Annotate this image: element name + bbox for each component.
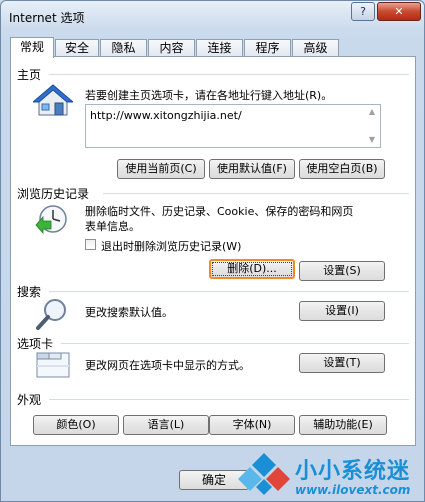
home-divider [49,74,409,75]
internet-options-dialog: Internet 选项 ? ✕ 常规 安全 隐私 内容 连接 程序 高级 主页 … [0,0,425,502]
history-description-line1: 删除临时文件、历史记录、Cookie、保存的密码和网页 [85,205,354,218]
tab-connections[interactable]: 连接 [196,39,243,57]
tab-advanced[interactable]: 高级 [292,39,339,57]
scroll-down-icon[interactable]: ▼ [365,134,379,146]
watermark-url: www.ilovext.com [295,483,411,497]
tab-privacy[interactable]: 隐私 [100,39,147,57]
history-group-label: 浏览历史记录 [17,187,90,201]
tabs-icon [36,352,70,378]
accessibility-button[interactable]: 辅助功能(E) [299,415,387,435]
search-icon [36,299,66,330]
home-description: 若要创建主页选项卡，请在各地址行键入地址(R)。 [85,89,333,102]
tabs-settings-button[interactable]: 设置(T) [299,353,385,373]
help-button[interactable]: ? [351,2,375,21]
general-tab-panel: 主页 若要创建主页选项卡，请在各地址行键入地址(R)。 http://www.x… [10,56,416,446]
fonts-button[interactable]: 字体(N) [209,415,295,435]
tab-content[interactable]: 内容 [148,39,195,57]
history-divider [103,193,409,194]
delete-on-exit-checkbox[interactable] [85,239,96,250]
appearance-group-label: 外观 [17,393,42,407]
scroll-up-icon[interactable]: ▲ [365,106,379,118]
tab-programs[interactable]: 程序 [244,39,291,57]
tabs-divider [61,343,409,344]
history-settings-button[interactable]: 设置(S) [299,261,385,281]
colors-button[interactable]: 颜色(O) [33,415,119,435]
use-current-button[interactable]: 使用当前页(C) [117,159,205,179]
home-page-url-input[interactable]: http://www.xitongzhijia.net/ ▲ ▼ [85,104,381,148]
history-description-line2: 表单信息。 [85,220,140,233]
home-icon [33,84,73,116]
tab-security[interactable]: 安全 [55,39,99,57]
tabs-description: 更改网页在选项卡中显示的方式。 [85,359,250,372]
search-settings-button[interactable]: 设置(I) [299,301,385,321]
use-blank-button[interactable]: 使用空白页(B) [299,159,385,179]
use-default-button[interactable]: 使用默认值(F) [209,159,295,179]
home-group-label: 主页 [17,68,42,82]
home-page-url-value: http://www.xitongzhijia.net/ [90,109,242,122]
watermark-logo-icon [238,453,290,495]
watermark: 小小系统迷 www.ilovext.com [233,449,423,501]
watermark-brand: 小小系统迷 [295,459,411,484]
appearance-divider [49,399,409,400]
window-title: Internet 选项 [9,11,85,25]
close-button[interactable]: ✕ [377,2,421,21]
search-description: 更改搜索默认值。 [85,306,173,319]
delete-history-label: 删除(D)... [212,262,292,276]
search-divider [49,291,409,292]
title-bar[interactable]: Internet 选项 ? ✕ [1,1,424,31]
tab-general[interactable]: 常规 [10,37,54,58]
languages-button[interactable]: 语言(L) [123,415,209,435]
history-icon [35,205,67,235]
delete-on-exit-label[interactable]: 退出时删除浏览历史记录(W) [101,238,241,254]
delete-history-button[interactable]: 删除(D)... [209,259,295,279]
